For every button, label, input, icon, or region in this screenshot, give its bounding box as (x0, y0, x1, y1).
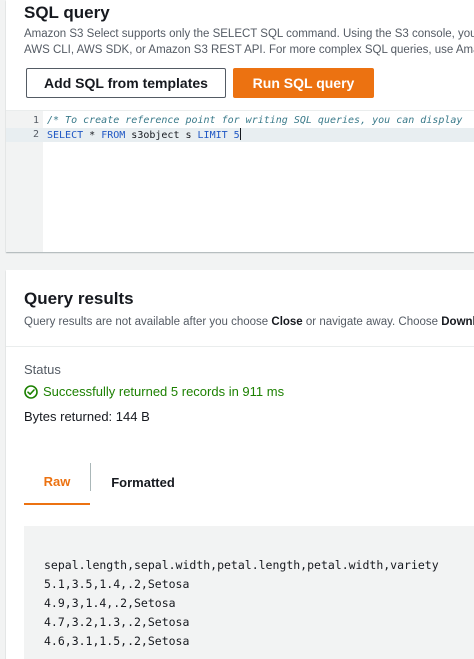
query-results-title: Query results (24, 289, 134, 308)
add-sql-from-templates-button[interactable]: Add SQL from templates (26, 68, 226, 98)
status-text: Successfully returned 5 records in 911 m… (43, 384, 285, 399)
run-sql-query-button[interactable]: Run SQL query (233, 68, 374, 98)
code-statement: SELECT * FROM s3object s LIMIT 5 (47, 128, 241, 143)
tab-formatted[interactable]: Formatted (100, 460, 186, 505)
code-star: * (83, 130, 102, 141)
keyword-select: SELECT (47, 130, 84, 141)
code-source: s3object s (125, 130, 198, 141)
raw-output-box: sepal.length,sepal.width,petal.length,pe… (24, 526, 474, 659)
sql-query-description: Amazon S3 Select supports only the SELEC… (24, 26, 474, 58)
output-line: 5.1,3.5,1.4,.2,Setosa (44, 577, 190, 591)
editor-line[interactable]: 1 /* To create reference point for writi… (6, 114, 474, 128)
query-results-description: Query results are not available after yo… (24, 314, 474, 330)
tab-raw[interactable]: Raw (24, 460, 90, 505)
status-message: Successfully returned 5 records in 911 m… (24, 384, 284, 399)
sql-query-panel: SQL query Amazon S3 Select supports only… (6, 0, 474, 252)
results-description-close: Close (271, 316, 303, 328)
results-description-start: Query results are not available after yo… (24, 316, 272, 328)
sql-editor[interactable]: 1 /* To create reference point for writi… (6, 110, 474, 252)
line-number: 1 (32, 115, 39, 126)
check-circle-icon (24, 384, 38, 399)
output-line: 4.6,3.1,1.5,.2,Setosa (44, 634, 190, 648)
results-description-middle: or navigate away. Choose (302, 316, 442, 328)
code-comment: /* To create reference point for writing… (47, 115, 463, 126)
text-cursor (239, 128, 241, 140)
result-format-tabs: Raw Formatted (6, 460, 474, 505)
keyword-limit: LIMIT (197, 130, 228, 141)
limit-value: 5 (227, 130, 240, 141)
line-number: 2 (32, 129, 39, 140)
sql-query-title: SQL query (24, 3, 110, 22)
tab-separator (90, 463, 91, 491)
status-label: Status (24, 362, 61, 377)
output-line: 4.9,3,1.4,.2,Setosa (44, 596, 176, 610)
query-results-panel: Query results Query results are not avai… (6, 270, 474, 659)
sql-description-line-2: AWS CLI, AWS SDK, or Amazon S3 REST API.… (24, 44, 474, 56)
sql-description-line-1: Amazon S3 Select supports only the SELEC… (24, 28, 474, 40)
editor-line-active[interactable]: 2 SELECT * FROM s3object s LIMIT 5 (6, 128, 474, 142)
output-line: sepal.length,sepal.width,petal.length,pe… (44, 558, 439, 572)
divider (6, 346, 474, 347)
bytes-returned: Bytes returned: 144 B (24, 409, 150, 424)
raw-output-text: sepal.length,sepal.width,petal.length,pe… (44, 556, 439, 651)
keyword-from: FROM (101, 130, 126, 141)
output-line: 4.7,3.2,1.3,.2,Setosa (44, 615, 190, 629)
results-description-download: Downlo (441, 316, 474, 328)
